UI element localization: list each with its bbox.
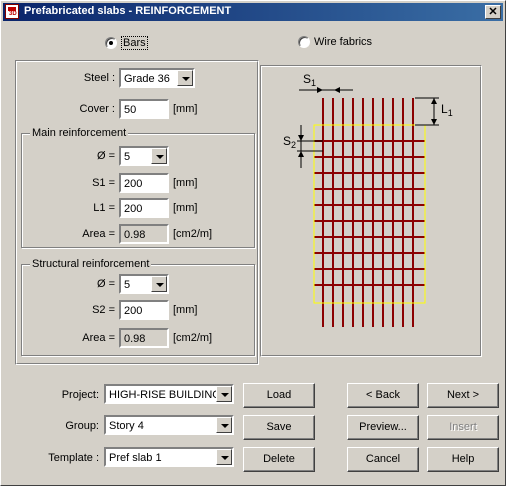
template-dropdown-arrow-icon[interactable] <box>216 449 232 465</box>
template-select[interactable]: Pref slab 1 <box>104 447 234 467</box>
s2-dimension-label: S2 <box>283 134 296 150</box>
s2-top-arrow-icon <box>298 135 304 141</box>
main-diameter-value: 5 <box>124 151 131 163</box>
steel-select[interactable]: Grade 36 <box>119 68 195 88</box>
app-icon <box>5 4 19 19</box>
structural-diameter-dropdown-arrow-icon[interactable] <box>151 276 167 292</box>
project-dropdown-arrow-icon[interactable] <box>216 386 232 402</box>
group-select-value: Story 4 <box>109 420 144 432</box>
steel-select-value: Grade 36 <box>124 73 170 85</box>
insert-button[interactable]: Insert <box>427 415 499 440</box>
structural-reinforcement-title: Structural reinforcement <box>30 258 152 270</box>
wire-fabrics-radio-circle[interactable] <box>298 36 310 48</box>
project-select-value: HIGH-RISE BUILDING <box>109 389 221 401</box>
s2-bottom-arrow-icon <box>298 151 304 157</box>
main-area-unit: [cm2/m] <box>173 228 213 240</box>
main-area-value: 0.98 <box>119 224 169 244</box>
window-title: Prefabricated slabs - REINFORCEMENT <box>24 5 232 17</box>
steel-label: Steel : <box>83 72 115 84</box>
main-area-label: Area = <box>82 228 115 240</box>
wire-fabrics-radio-label: Wire fabrics <box>314 36 373 48</box>
close-button[interactable]: ✕ <box>485 5 501 19</box>
s1-right-arrow-icon <box>334 87 340 93</box>
cancel-button[interactable]: Cancel <box>347 447 419 472</box>
structural-area-label: Area = <box>82 332 115 344</box>
group-dropdown-arrow-icon[interactable] <box>216 417 232 433</box>
steel-dropdown-arrow-icon[interactable] <box>177 70 193 86</box>
main-diameter-dropdown-arrow-icon[interactable] <box>151 148 167 164</box>
s1-input[interactable]: 200 <box>119 173 169 193</box>
group-select[interactable]: Story 4 <box>104 415 234 435</box>
main-diameter-label: Ø = <box>96 150 115 162</box>
slab-outline <box>313 124 426 304</box>
l1-label: L1 = <box>93 202 115 214</box>
back-button[interactable]: < Back <box>347 383 419 408</box>
s2-label: S2 = <box>92 304 115 316</box>
group-label: Group: <box>65 420 99 432</box>
structural-diameter-value: 5 <box>124 279 131 291</box>
load-button[interactable]: Load <box>243 383 315 408</box>
cover-unit: [mm] <box>173 103 198 115</box>
save-button[interactable]: Save <box>243 415 315 440</box>
reinforcement-diagram: S1 S2 L1 <box>283 72 453 327</box>
s1-label: S1 = <box>92 177 115 189</box>
s2-unit: [mm] <box>173 304 198 316</box>
structural-diameter-label: Ø = <box>96 278 115 290</box>
s1-dimension-label: S1 <box>303 72 316 88</box>
s1-unit: [mm] <box>173 177 198 189</box>
l1-top-arrow-icon <box>431 98 437 104</box>
project-select[interactable]: HIGH-RISE BUILDING <box>104 384 234 404</box>
l1-unit: [mm] <box>173 202 198 214</box>
s2-input[interactable]: 200 <box>119 300 169 320</box>
l1-bottom-arrow-icon <box>431 119 437 125</box>
l1-input[interactable]: 200 <box>119 198 169 218</box>
template-select-value: Pref slab 1 <box>109 452 162 464</box>
template-label: Template : <box>48 452 99 464</box>
next-button[interactable]: Next > <box>427 383 499 408</box>
l1-dimension-label: L1 <box>441 102 453 118</box>
reinforcement-bars <box>314 98 425 327</box>
s1-left-arrow-icon <box>317 87 323 93</box>
main-reinforcement-title: Main reinforcement <box>30 127 129 139</box>
help-button[interactable]: Help <box>427 447 499 472</box>
bars-radio[interactable]: Bars <box>105 36 148 50</box>
bars-radio-label: Bars <box>121 36 148 50</box>
delete-button[interactable]: Delete <box>243 447 315 472</box>
preview-button[interactable]: Preview... <box>347 415 419 440</box>
main-diameter-select[interactable]: 5 <box>119 146 169 166</box>
project-label: Project: <box>61 389 99 401</box>
title-bar: Prefabricated slabs - REINFORCEMENT ✕ <box>3 3 503 21</box>
structural-diameter-select[interactable]: 5 <box>119 274 169 294</box>
structural-area-unit: [cm2/m] <box>173 332 213 344</box>
dialog-window: Prefabricated slabs - REINFORCEMENT ✕ Ba… <box>0 0 506 486</box>
cover-label: Cover : <box>79 103 115 115</box>
cover-input[interactable]: 50 <box>119 99 169 119</box>
bars-radio-circle[interactable] <box>105 37 117 49</box>
wire-fabrics-radio[interactable]: Wire fabrics <box>298 36 372 48</box>
structural-area-value: 0.98 <box>119 328 169 348</box>
